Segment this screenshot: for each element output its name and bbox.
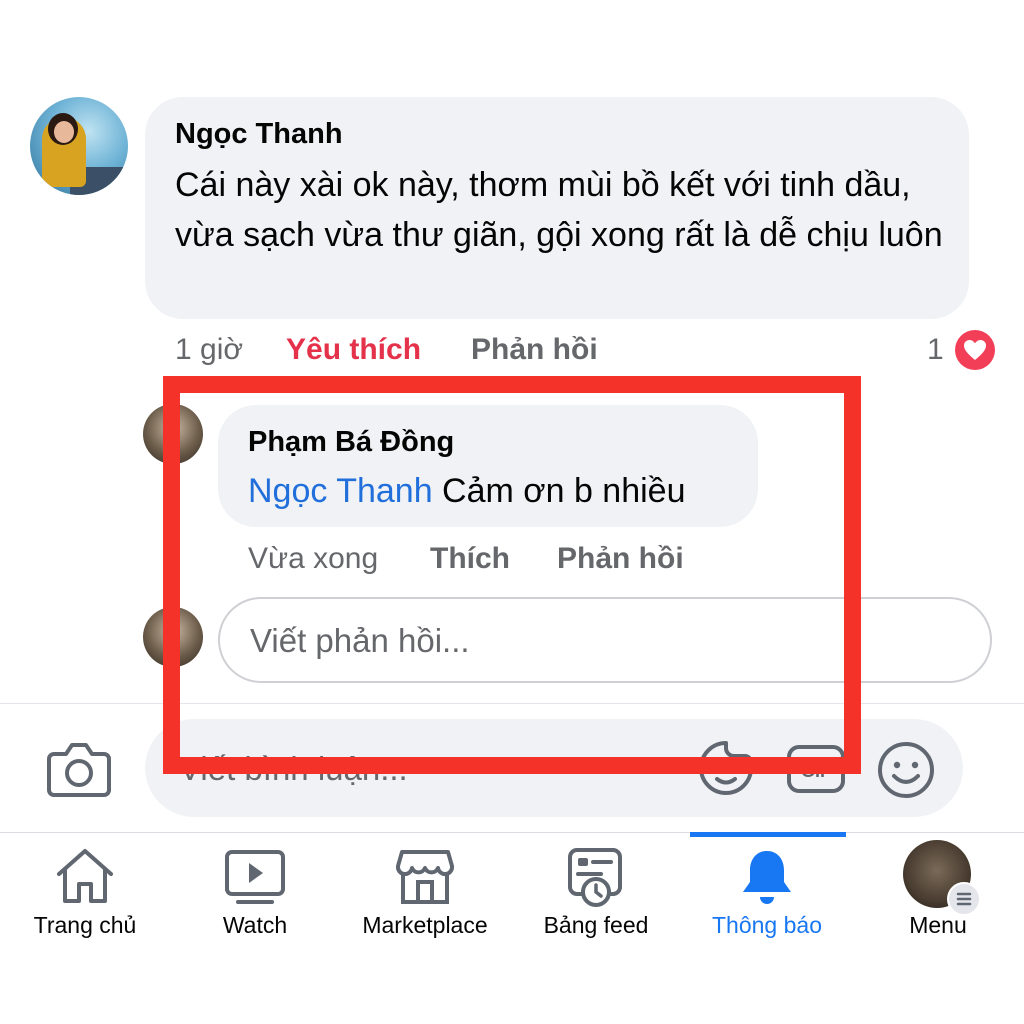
watch-icon bbox=[224, 846, 286, 911]
comment-timestamp: 1 giờ bbox=[175, 333, 244, 366]
tab-home[interactable]: Trang chủ bbox=[0, 840, 170, 950]
highlight-frame bbox=[163, 376, 861, 774]
tab-feed-label: Bảng feed bbox=[543, 912, 649, 938]
comment-reply-button[interactable]: Phản hồi bbox=[471, 333, 598, 367]
comment-author[interactable]: Ngọc Thanh bbox=[175, 118, 343, 151]
emoji-icon[interactable] bbox=[876, 740, 936, 800]
tab-menu[interactable]: Menu bbox=[853, 840, 1023, 950]
reaction-count[interactable]: 1 bbox=[927, 333, 944, 367]
tab-menu-label: Menu bbox=[909, 912, 967, 938]
menu-icon bbox=[947, 882, 981, 916]
marketplace-icon bbox=[394, 846, 456, 911]
commenter-avatar[interactable] bbox=[30, 97, 128, 195]
tab-watch[interactable]: Watch bbox=[170, 840, 340, 950]
feed-icon bbox=[565, 846, 627, 913]
tab-watch-label: Watch bbox=[222, 912, 288, 938]
home-icon bbox=[54, 846, 116, 911]
camera-icon[interactable] bbox=[46, 740, 112, 798]
tab-marketplace-label: Marketplace bbox=[362, 912, 488, 938]
active-tab-indicator bbox=[690, 832, 846, 837]
bell-icon bbox=[736, 846, 798, 913]
tab-notifications-label: Thông báo bbox=[712, 912, 822, 938]
heart-icon[interactable] bbox=[955, 330, 995, 370]
comment-love-button[interactable]: Yêu thích bbox=[286, 333, 421, 367]
nav-divider bbox=[0, 832, 1024, 833]
tab-marketplace[interactable]: Marketplace bbox=[340, 840, 510, 950]
tab-feed[interactable]: Bảng feed bbox=[511, 840, 681, 950]
tab-notifications[interactable]: Thông báo bbox=[682, 840, 852, 950]
comment-text: Cái này xài ok này, thơm mùi bồ kết với … bbox=[175, 166, 943, 254]
tab-home-label: Trang chủ bbox=[33, 912, 137, 938]
